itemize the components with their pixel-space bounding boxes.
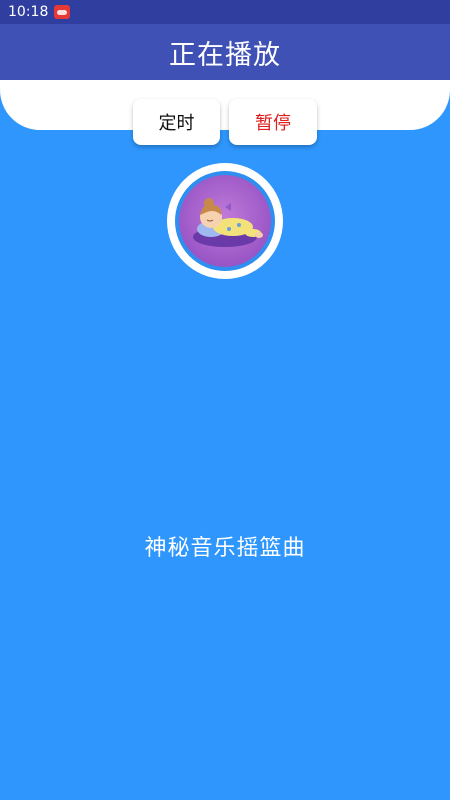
page-title: 正在播放 [169, 39, 281, 71]
sleeping-baby-image [179, 175, 271, 267]
controls-panel [0, 80, 450, 130]
app-bar: 正在播放 [0, 24, 450, 80]
song-title: 神秘音乐摇篮曲 [144, 536, 306, 561]
album-cover [167, 163, 283, 279]
status-bar: 10:18 [0, 0, 450, 24]
app-notification-icon [54, 5, 71, 19]
timer-button[interactable]: 定时 [133, 99, 220, 145]
status-time: 10:18 [8, 4, 49, 20]
pause-button[interactable]: 暂停 [229, 99, 317, 145]
